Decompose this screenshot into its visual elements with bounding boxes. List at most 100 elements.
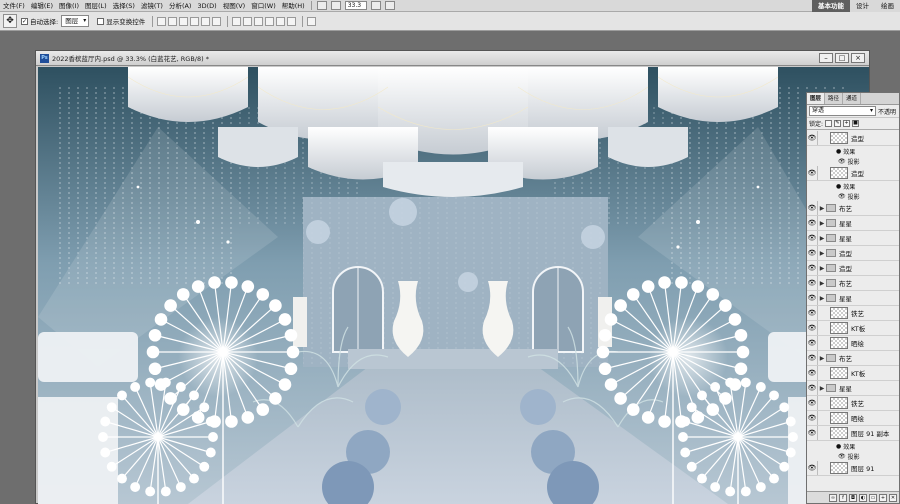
zoom-level-field[interactable]: 33.3	[344, 1, 367, 10]
close-button[interactable]: ×	[851, 53, 865, 63]
align-right-button[interactable]	[212, 16, 222, 26]
lock-position-icon[interactable]: +	[843, 120, 851, 127]
layer-row[interactable]: 👁 投影	[807, 156, 899, 166]
link-layers-icon[interactable]: ∞	[829, 493, 837, 502]
layer-row[interactable]: 👁 ▶ 布艺	[807, 276, 899, 291]
distribute-left-button[interactable]	[265, 16, 275, 26]
layer-row[interactable]: ● 效果	[807, 146, 899, 156]
lock-transparency-icon[interactable]	[825, 120, 833, 127]
distribute-hcenter-button[interactable]	[276, 16, 286, 26]
layer-row[interactable]: 👁 铁艺	[807, 396, 899, 411]
menu-item[interactable]: 编辑(E)	[28, 0, 56, 12]
layer-row[interactable]: 👁 ▶ 星星	[807, 231, 899, 246]
expand-triangle-icon[interactable]: ▶	[818, 385, 826, 392]
blend-mode-dropdown[interactable]: 穿透	[809, 106, 876, 116]
new-group-icon[interactable]: ▭	[869, 493, 877, 502]
layer-row[interactable]: 👁 图层 91	[807, 461, 899, 476]
effect-eye-icon[interactable]: 👁	[838, 193, 846, 200]
distribute-right-button[interactable]	[287, 16, 297, 26]
workspace-button[interactable]: 设计	[850, 0, 875, 12]
maximize-button[interactable]: □	[835, 53, 849, 63]
eye-icon[interactable]	[807, 146, 818, 156]
align-bottom-button[interactable]	[179, 16, 189, 26]
menu-item[interactable]: 选择(S)	[110, 0, 138, 12]
eye-icon[interactable]: 👁	[807, 291, 818, 305]
eye-icon[interactable]: 👁	[807, 396, 818, 410]
expand-triangle-icon[interactable]: ▶	[818, 205, 826, 212]
layer-row[interactable]: 👁 铁艺	[807, 306, 899, 321]
panel-tab[interactable]: 路径	[825, 93, 844, 104]
layer-row[interactable]: 👁 造型	[807, 166, 899, 181]
eye-icon[interactable]: 👁	[807, 131, 818, 145]
layer-row[interactable]: 👁 ▶ 布艺	[807, 351, 899, 366]
auto-select-dropdown[interactable]: 图层	[61, 15, 90, 27]
layer-row[interactable]: 👁 造型	[807, 131, 899, 146]
eye-icon[interactable]: 👁	[807, 426, 818, 440]
eye-icon[interactable]: 👁	[807, 411, 818, 425]
delete-layer-icon[interactable]: ✕	[889, 493, 897, 502]
minimize-button[interactable]: –	[819, 53, 833, 63]
layer-row[interactable]: 👁 ▶ 布艺	[807, 201, 899, 216]
lock-pixels-icon[interactable]: ✎	[834, 120, 842, 127]
eye-icon[interactable]: 👁	[807, 336, 818, 350]
layer-row[interactable]: 👁 ▶ 星星	[807, 381, 899, 396]
layer-row[interactable]: 👁 ▶ 星星	[807, 291, 899, 306]
effect-eye-icon[interactable]: 👁	[838, 453, 846, 460]
layer-row[interactable]: 👁 ▶ 星星	[807, 216, 899, 231]
layer-row[interactable]: 👁 KT板	[807, 366, 899, 381]
layer-row[interactable]: 👁 ▶ 造型	[807, 246, 899, 261]
menu-item[interactable]: 文件(F)	[0, 0, 28, 12]
distribute-bottom-button[interactable]	[254, 16, 264, 26]
layer-row[interactable]: 👁 投影	[807, 451, 899, 461]
layer-row[interactable]: 👁 晒绘	[807, 411, 899, 426]
layer-row[interactable]: ● 效果	[807, 181, 899, 191]
eye-icon[interactable]: 👁	[807, 461, 818, 475]
auto-align-button[interactable]	[307, 16, 317, 26]
eye-icon[interactable]	[807, 191, 818, 201]
menu-item[interactable]: 滤镜(T)	[138, 0, 166, 12]
eye-icon[interactable]: 👁	[807, 321, 818, 335]
expand-triangle-icon[interactable]: ▶	[818, 220, 826, 227]
expand-triangle-icon[interactable]: ▶	[818, 235, 826, 242]
show-transform-checkbox[interactable]	[97, 17, 105, 25]
layer-row[interactable]: 👁 KT板	[807, 321, 899, 336]
layer-row[interactable]: 👁 ▶ 造型	[807, 261, 899, 276]
menu-item[interactable]: 图层(L)	[82, 0, 110, 12]
align-left-button[interactable]	[190, 16, 200, 26]
layer-row[interactable]: 👁 图层 91 副本	[807, 426, 899, 441]
align-vcenter-button[interactable]	[168, 16, 178, 26]
distribute-top-button[interactable]	[232, 16, 242, 26]
align-hcenter-button[interactable]	[201, 16, 211, 26]
arrange-documents-button[interactable]	[330, 1, 341, 10]
move-tool-icon[interactable]: ✥	[3, 14, 17, 28]
menu-item[interactable]: 帮助(H)	[279, 0, 308, 12]
eye-icon[interactable]: 👁	[807, 231, 818, 245]
eye-icon[interactable]: 👁	[807, 366, 818, 380]
expand-triangle-icon[interactable]: ▶	[818, 295, 826, 302]
expand-triangle-icon[interactable]: ▶	[818, 355, 826, 362]
menu-item[interactable]: 视图(V)	[220, 0, 249, 12]
eye-icon[interactable]: 👁	[807, 276, 818, 290]
adjustment-icon[interactable]: ◐	[859, 493, 867, 502]
eye-icon[interactable]: 👁	[807, 351, 818, 365]
canvas[interactable]	[38, 67, 869, 504]
eye-icon[interactable]: 👁	[807, 246, 818, 260]
eye-icon[interactable]: 👁	[807, 201, 818, 215]
workspace-button[interactable]: 基本功能	[812, 0, 850, 12]
new-layer-icon[interactable]: +	[879, 493, 887, 502]
expand-triangle-icon[interactable]: ▶	[818, 265, 826, 272]
distribute-vcenter-button[interactable]	[243, 16, 253, 26]
expand-triangle-icon[interactable]: ▶	[818, 250, 826, 257]
eye-icon[interactable]: 👁	[807, 261, 818, 275]
eye-icon[interactable]	[807, 441, 818, 451]
effect-eye-icon[interactable]: 👁	[838, 158, 846, 165]
document-titlebar[interactable]: Ps 2022香槟蓝厅内.psd @ 33.3% (白蓝花艺, RGB/8) *…	[36, 51, 869, 66]
workspace-button[interactable]: 绘画	[875, 0, 900, 12]
align-top-button[interactable]	[157, 16, 167, 26]
eye-icon[interactable]: 👁	[807, 216, 818, 230]
eye-icon[interactable]	[807, 156, 818, 166]
eye-icon[interactable]	[807, 451, 818, 461]
eye-icon[interactable]	[807, 181, 818, 191]
menu-item[interactable]: 窗口(W)	[248, 0, 279, 12]
expand-triangle-icon[interactable]: ▶	[818, 280, 826, 287]
